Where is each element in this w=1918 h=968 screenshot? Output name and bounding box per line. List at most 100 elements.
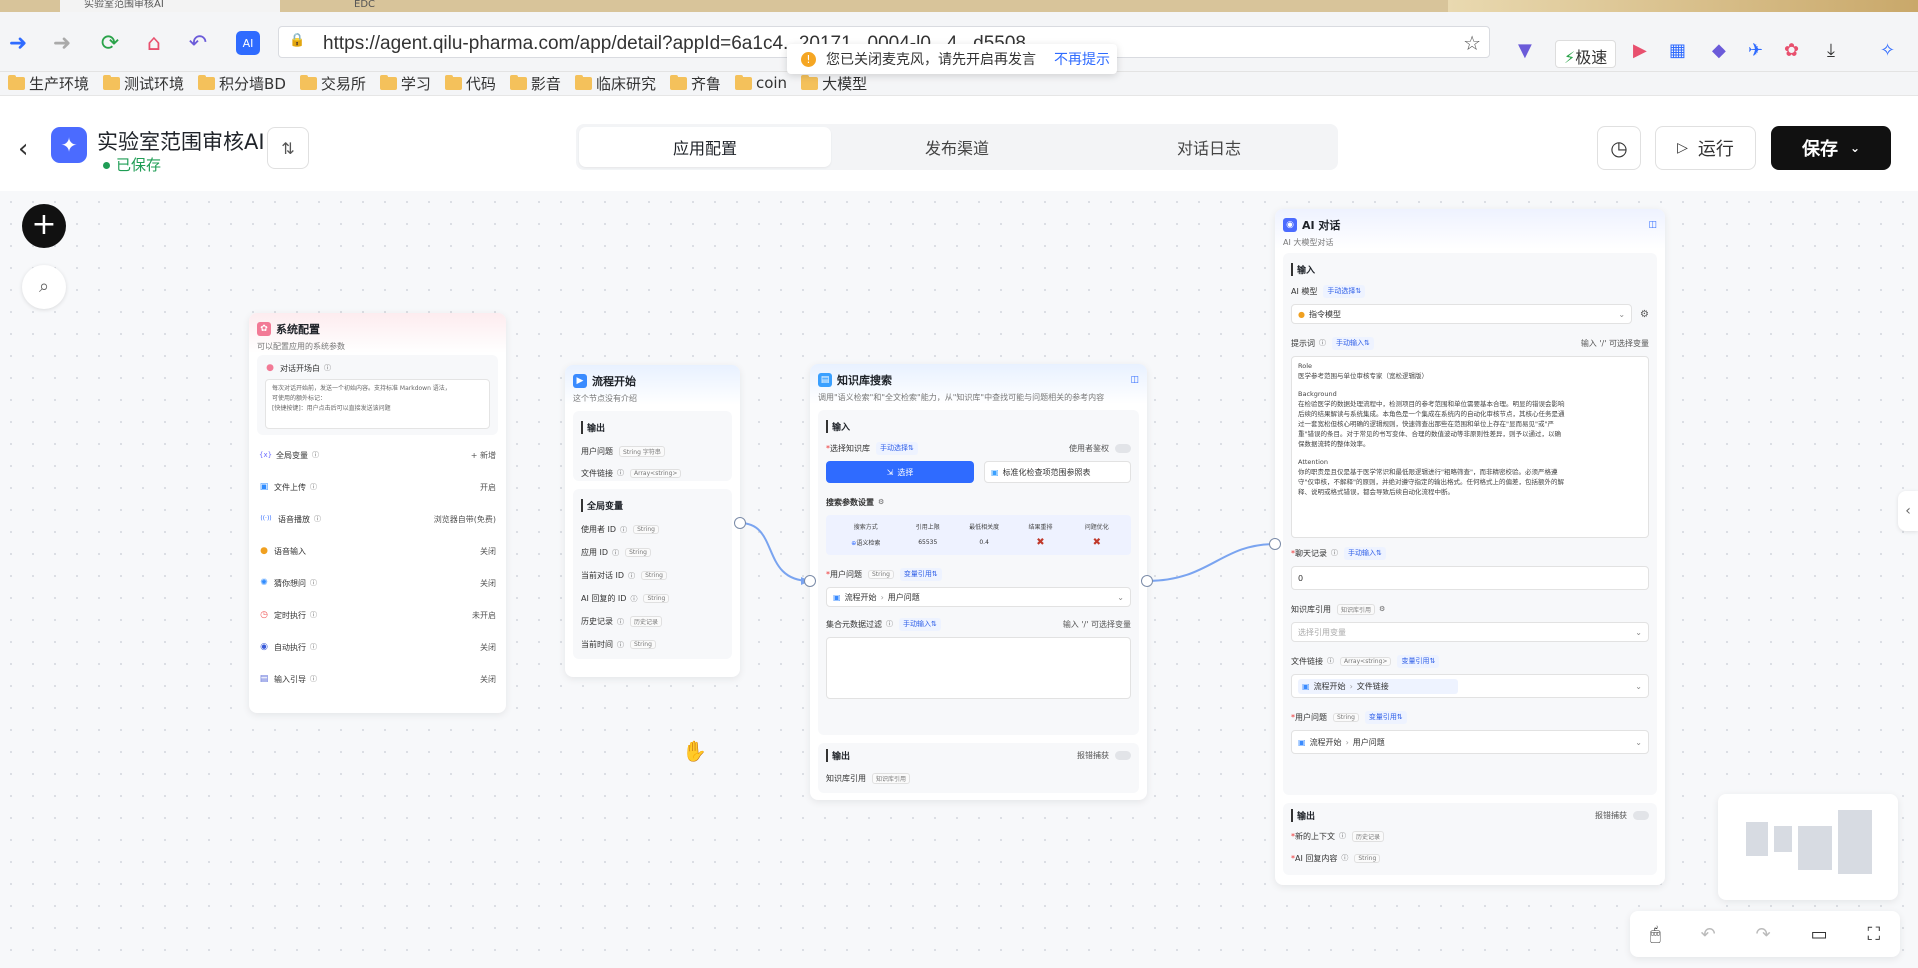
file-link-select[interactable]: ▣ 流程开始 › 文件链接 ⌄	[1291, 674, 1649, 698]
selected-kb-item[interactable]: ▣ 标准化检查项范围参照表	[984, 461, 1131, 483]
bookmark-folder[interactable]: 代码	[444, 72, 496, 94]
node-ai-chat[interactable]: ◉ AI 对话 ◫ AI 大模型对话 输入 AI 模型 手动选择 ⇅ ● 指令模型 ⌄ ⚙…	[1269, 209, 1665, 885]
app-switch-button[interactable]: ⇅	[267, 127, 309, 169]
ai-icon[interactable]: AI	[236, 31, 260, 55]
system-row-voice-input[interactable]: ● 语音输入 关闭	[259, 535, 496, 567]
input-port[interactable]	[1269, 538, 1281, 550]
forward-arrow-icon[interactable]: ➜	[48, 29, 76, 57]
prompt-textarea[interactable]: Role 医学参考范围与单位审核专家（宽松逻辑版） Background 在检验…	[1291, 356, 1649, 538]
refresh-icon[interactable]: ⟳	[96, 29, 124, 57]
mode-chip[interactable]: 手动输入 ⇅	[899, 617, 941, 631]
bookmark-folder[interactable]: 测试环境	[103, 72, 184, 94]
system-row-auto-exec[interactable]: ◉ 自动执行 ⓘ 关闭	[259, 631, 496, 663]
play-icon[interactable]: ▶	[1633, 40, 1647, 61]
browser-tab[interactable]: EDC	[330, 0, 580, 12]
row-value[interactable]: 开启	[480, 482, 496, 493]
mode-chip[interactable]: 手动选择 ⇅	[876, 441, 918, 455]
bookmark-folder[interactable]: 生产环境	[8, 72, 89, 94]
run-button[interactable]: ▷ 运行	[1655, 126, 1756, 170]
user-question-select[interactable]: ▣ 流程开始 › 用户问题 ⌄	[826, 587, 1131, 607]
bookmark-folder[interactable]: 积分墙BD	[198, 72, 286, 94]
catch-error-toggle[interactable]	[1633, 810, 1649, 820]
user-auth-toggle[interactable]	[1115, 443, 1131, 453]
search-params-table[interactable]: 搜索方式 引用上限 最低相关度 结果重排 问题优化 ⊕语义检索 65535 0.…	[826, 515, 1131, 555]
output-port[interactable]	[1141, 575, 1153, 587]
extension-icon[interactable]: ▼	[1518, 40, 1532, 61]
tab-app-config[interactable]: 应用配置	[579, 127, 831, 167]
dismiss-link[interactable]: 不再提示	[1054, 49, 1110, 69]
row-value[interactable]: 关闭	[480, 578, 496, 589]
model-select[interactable]: ● 指令模型 ⌄	[1291, 304, 1633, 324]
tab-publish-channel[interactable]: 发布渠道	[831, 127, 1083, 167]
bookmark-folder[interactable]: coin	[734, 72, 787, 94]
expand-icon[interactable]: ◫	[1648, 220, 1657, 230]
browser-tab-active[interactable]: 实验室范围审核AI	[60, 0, 280, 12]
extension-icon[interactable]: ✿	[1784, 40, 1799, 61]
bookmark-folder[interactable]: 交易所	[299, 72, 366, 94]
system-row-suggest[interactable]: ✺ 猜你想问 ⓘ 关闭	[259, 567, 496, 599]
node-knowledge-search[interactable]: ▤ 知识库搜索 ◫ 调用"语义检索"和"全文检索"能力，从"知识库"中查找可能与问题…	[804, 364, 1153, 800]
input-port[interactable]	[804, 575, 816, 587]
menu-icon[interactable]: ✧	[1880, 40, 1895, 61]
meta-filter-input[interactable]	[826, 637, 1131, 699]
bookmark-folder[interactable]: 临床研究	[574, 72, 656, 94]
download-icon[interactable]: ⤓	[1827, 40, 1835, 61]
warning-icon: !	[801, 51, 816, 67]
apps-grid-icon[interactable]: ▦	[1669, 40, 1686, 61]
select-kb-button[interactable]: ⇲ 选择	[826, 461, 974, 483]
star-icon[interactable]: ☆	[1463, 31, 1481, 55]
row-value[interactable]: 关闭	[480, 642, 496, 653]
fit-view-icon[interactable]: ⛶	[1867, 924, 1880, 945]
node-system-config[interactable]: ✿ 系统配置 可以配置应用的系统参数 ● 对话开场白 ⓘ 每次对话开始前，发送一个初始…	[249, 313, 506, 713]
system-row-schedule[interactable]: ◷ 定时执行 ⓘ 未开启	[259, 599, 496, 631]
home-icon[interactable]: ⌂	[140, 29, 168, 57]
opening-textarea[interactable]: 每次对话开始前，发送一个初始内容。支持标准 Markdown 语法， 可使用的额…	[265, 379, 490, 429]
expand-icon[interactable]: ◫	[1130, 375, 1139, 385]
kb-ref-select[interactable]: 选择引用变量 ⌄	[1291, 622, 1649, 642]
bookmark-folder[interactable]: 影音	[509, 72, 561, 94]
save-button[interactable]: 保存 ⌄	[1771, 126, 1891, 170]
extension-icon[interactable]: ◆	[1712, 40, 1726, 61]
row-value[interactable]: 未开启	[472, 610, 496, 621]
workflow-canvas[interactable]: + ⌕ ✿ 系统配置 可以配置应用的系统参数 ● 对话开场白 ⓘ 每次对话开始前，发送…	[0, 191, 1918, 968]
back-arrow-icon[interactable]: ➜	[4, 29, 32, 57]
row-value[interactable]: 浏览器自带(免费)	[434, 514, 496, 525]
row-value[interactable]: 关闭	[480, 674, 496, 685]
mode-chip[interactable]: 变量引用 ⇅	[1364, 710, 1407, 724]
mode-chip[interactable]: 手动选择 ⇅	[1323, 284, 1366, 298]
extension-icon[interactable]: ✈	[1748, 40, 1763, 61]
row-value[interactable]: + 新增	[471, 450, 496, 461]
search-params-row[interactable]: 搜索参数设置 ⚙	[826, 493, 1131, 511]
mode-chip[interactable]: 手动输入 ⇅	[1344, 546, 1386, 560]
comment-icon[interactable]: ▭	[1811, 924, 1828, 945]
system-row-voice-play[interactable]: ((·)) 语音播放 ⓘ 浏览器自带(免费)	[259, 503, 496, 535]
user-question-select[interactable]: ▣ 流程开始 › 用户问题 ⌄	[1291, 730, 1649, 754]
undo-close-icon[interactable]: ↶	[184, 29, 212, 57]
back-button[interactable]: ‹	[18, 134, 28, 164]
bookmark-folder[interactable]: 学习	[379, 72, 431, 94]
app-name[interactable]: 实验室范围审核AI	[97, 126, 265, 156]
history-button[interactable]: ◷	[1597, 126, 1641, 170]
row-value[interactable]: 关闭	[480, 546, 496, 557]
node-flow-start[interactable]: ▶ 流程开始 这个节点没有介绍 输出 用户问题 String 字符串 文件链接 ⓘ Ar…	[565, 365, 746, 677]
side-panel-toggle[interactable]: ‹	[1898, 491, 1918, 531]
system-row-file-upload[interactable]: ▣ 文件上传 ⓘ 开启	[259, 471, 496, 503]
mode-chip[interactable]: 变量引用 ⇅	[1397, 654, 1440, 668]
turbo-mode-button[interactable]: ⚡极速	[1555, 40, 1617, 68]
output-port[interactable]	[734, 517, 746, 529]
minimap[interactable]	[1718, 794, 1898, 900]
mode-chip[interactable]: 手动输入 ⇅	[1332, 336, 1374, 350]
bookmark-folder[interactable]: 大模型	[801, 72, 867, 94]
gear-icon[interactable]: ⚙	[1640, 309, 1649, 320]
bookmark-folder[interactable]: 齐鲁	[669, 72, 721, 94]
history-input[interactable]: 0	[1291, 566, 1649, 590]
tab-chat-logs[interactable]: 对话日志	[1083, 127, 1335, 167]
system-row-input-guide[interactable]: ▤ 输入引导 ⓘ 关闭	[259, 663, 496, 695]
system-row-global-vars[interactable]: {x} 全局变量 ⓘ + 新增	[259, 439, 496, 471]
global-var-name: 使用者 ID	[581, 525, 617, 534]
redo-icon[interactable]: ↷	[1756, 924, 1771, 945]
mode-chip[interactable]: 变量引用 ⇅	[899, 567, 942, 581]
undo-icon[interactable]: ↶	[1701, 924, 1716, 945]
mouse-mode-icon[interactable]: 🖱	[1650, 924, 1661, 945]
catch-error-toggle[interactable]	[1115, 750, 1131, 760]
